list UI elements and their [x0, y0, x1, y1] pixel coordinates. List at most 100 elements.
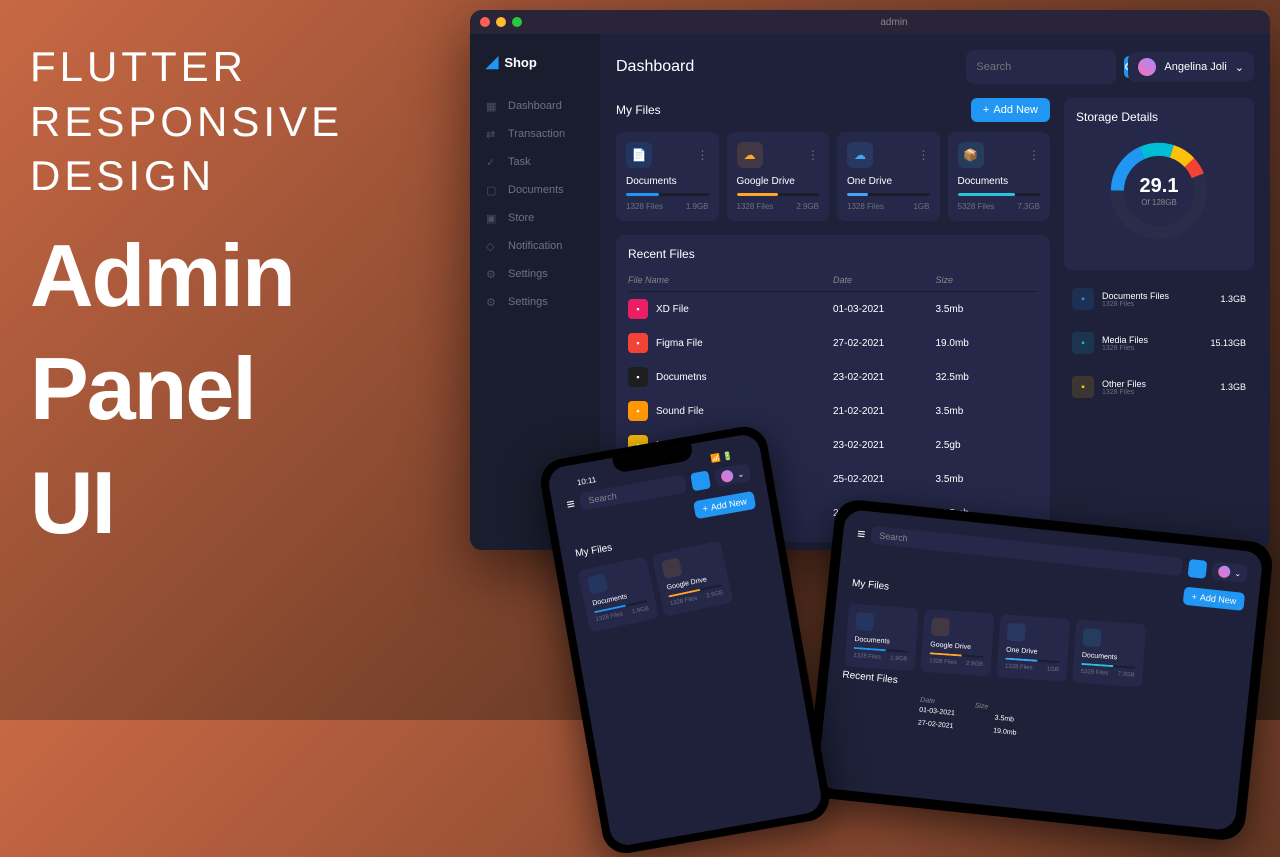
nav-label: Dashboard — [508, 100, 562, 112]
storage-item[interactable]: ▪ Other Files1328 Files 1.3GB — [1064, 368, 1254, 406]
header: Dashboard Angelina Joli ⌄ — [616, 50, 1254, 84]
more-icon[interactable]: ⋮ — [807, 148, 819, 162]
storage-item[interactable]: ▪ Documents Files1328 Files 1.3GB — [1064, 280, 1254, 318]
file-type-icon: ☁ — [737, 142, 763, 168]
transfer-icon: ⇄ — [486, 128, 498, 140]
window-title: admin — [528, 17, 1260, 28]
device-file-card[interactable]: One Drive 1328 Files1GB — [996, 614, 1070, 682]
file-card[interactable]: 📦 ⋮ Documents 5328 Files7.3GB — [948, 132, 1051, 221]
more-icon[interactable]: ⋮ — [918, 148, 930, 162]
sidebar-item-settings[interactable]: ⚙ Settings — [470, 260, 600, 288]
storage-total-label: Of 128GB — [1140, 198, 1179, 207]
bell-icon: ◇ — [486, 240, 498, 252]
file-icon: ▪ — [628, 367, 648, 387]
nav-label: Transaction — [508, 128, 565, 140]
storage-type-icon: ▪ — [1072, 376, 1094, 398]
sidebar-item-transaction[interactable]: ⇄ Transaction — [470, 120, 600, 148]
file-card-name: One Drive — [847, 176, 930, 187]
poster-line-1: FLUTTER — [30, 40, 343, 95]
storage-used-value: 29.1 — [1140, 175, 1179, 198]
search-input[interactable] — [976, 61, 1118, 73]
storage-title: Storage Details — [1076, 110, 1242, 124]
tablet-profile[interactable]: ⌄ — [1212, 562, 1248, 584]
profile-menu[interactable]: Angelina Joli ⌄ — [1128, 52, 1254, 82]
table-row[interactable]: ▪Sound File 21-02-2021 3.5mb — [628, 394, 1038, 428]
avatar — [1138, 58, 1156, 76]
col-size: Size — [936, 275, 1039, 285]
phone-avatar — [721, 469, 735, 483]
page-title: Dashboard — [616, 58, 954, 76]
file-type-icon — [661, 558, 682, 579]
device-file-card[interactable]: Google Drive 1328 Files2.9GB — [920, 609, 994, 677]
sidebar-item-store[interactable]: ▣ Store — [470, 204, 600, 232]
nav-label: Settings — [508, 268, 548, 280]
poster-big-1: Admin — [30, 234, 343, 318]
file-icon: ▪ — [628, 299, 648, 319]
doc-icon: ▢ — [486, 184, 498, 196]
nav-label: Settings — [508, 296, 548, 308]
nav-label: Store — [508, 212, 534, 224]
search-box — [966, 50, 1116, 84]
phone-status-icons: 📶 🔋 — [710, 451, 733, 464]
table-row[interactable]: ▪XD File 01-03-2021 3.5mb — [628, 292, 1038, 326]
phone-add-button[interactable]: + Add New — [693, 491, 756, 519]
profile-name: Angelina Joli — [1164, 61, 1226, 73]
file-type-icon: 📄 — [626, 142, 652, 168]
chevron-down-icon: ⌄ — [1235, 61, 1244, 74]
table-row[interactable]: ▪Documetns 23-02-2021 32.5mb — [628, 360, 1038, 394]
more-icon[interactable]: ⋮ — [1028, 148, 1040, 162]
gear-icon: ⚙ — [486, 268, 498, 280]
table-row[interactable]: ▪Figma File 27-02-2021 19.0mb — [628, 326, 1038, 360]
file-card[interactable]: 📄 ⋮ Documents 1328 Files1.9GB — [616, 132, 719, 221]
tablet-search-button[interactable] — [1188, 559, 1208, 579]
hamburger-icon[interactable]: ≡ — [856, 525, 866, 542]
tablet-mockup: ≡ Search ⌄ + Add New My Files Documents … — [806, 498, 1275, 842]
window-titlebar: admin — [470, 10, 1270, 34]
file-type-icon — [1083, 628, 1102, 647]
plus-icon: + — [702, 503, 709, 514]
file-card[interactable]: ☁ ⋮ Google Drive 1328 Files2.9GB — [727, 132, 830, 221]
hamburger-icon[interactable]: ≡ — [565, 495, 576, 512]
device-file-card[interactable]: Google Drive 1328 Files2.9GB — [652, 541, 734, 617]
storage-type-icon: ▪ — [1072, 332, 1094, 354]
col-date: Date — [833, 275, 936, 285]
sidebar-item-task[interactable]: ✓ Task — [470, 148, 600, 176]
file-card-name: Google Drive — [737, 176, 820, 187]
tablet-avatar — [1218, 565, 1231, 578]
poster-line-3: DESIGN — [30, 149, 343, 204]
tablet-add-button[interactable]: + Add New — [1183, 587, 1245, 611]
device-file-card[interactable]: Documents 5328 Files7.3GB — [1072, 619, 1146, 687]
minimize-icon[interactable] — [496, 17, 506, 27]
file-card-name: Documents — [958, 176, 1041, 187]
poster-text: FLUTTER RESPONSIVE DESIGN Admin Panel UI — [30, 40, 343, 545]
plus-icon: + — [983, 104, 989, 116]
close-icon[interactable] — [480, 17, 490, 27]
sidebar-item-dashboard[interactable]: ▦ Dashboard — [470, 92, 600, 120]
storage-type-icon: ▪ — [1072, 288, 1094, 310]
more-icon[interactable]: ⋮ — [697, 148, 709, 162]
file-type-icon — [931, 617, 950, 636]
sidebar-item-notification[interactable]: ◇ Notification — [470, 232, 600, 260]
chevron-down-icon: ⌄ — [1234, 568, 1242, 578]
storage-item[interactable]: ▪ Media Files1328 Files 15.13GB — [1064, 324, 1254, 362]
device-file-card[interactable]: Documents 1328 Files1.9GB — [577, 556, 659, 632]
file-icon: ▪ — [628, 401, 648, 421]
my-files-title: My Files — [616, 103, 661, 117]
nav-label: Documents — [508, 184, 564, 196]
add-new-button[interactable]: + Add New — [971, 98, 1050, 122]
phone-search-button[interactable] — [690, 470, 711, 491]
file-icon: ▪ — [628, 333, 648, 353]
sidebar-item-documents[interactable]: ▢ Documents — [470, 176, 600, 204]
storage-donut-chart: 29.1 Of 128GB — [1104, 136, 1214, 246]
file-type-icon — [587, 573, 608, 594]
sidebar-item-settings[interactable]: ⚙ Settings — [470, 288, 600, 316]
table-header: File Name Date Size — [628, 269, 1038, 292]
device-file-card[interactable]: Documents 1328 Files1.9GB — [845, 604, 919, 672]
tablet-search[interactable]: Search — [870, 526, 1183, 577]
poster-line-2: RESPONSIVE — [30, 95, 343, 150]
logo-icon: ◢ — [486, 52, 498, 72]
file-type-icon — [855, 612, 874, 631]
storage-panel: Storage Details 29.1 Of 1 — [1064, 98, 1254, 270]
maximize-icon[interactable] — [512, 17, 522, 27]
file-card[interactable]: ☁ ⋮ One Drive 1328 Files1GB — [837, 132, 940, 221]
